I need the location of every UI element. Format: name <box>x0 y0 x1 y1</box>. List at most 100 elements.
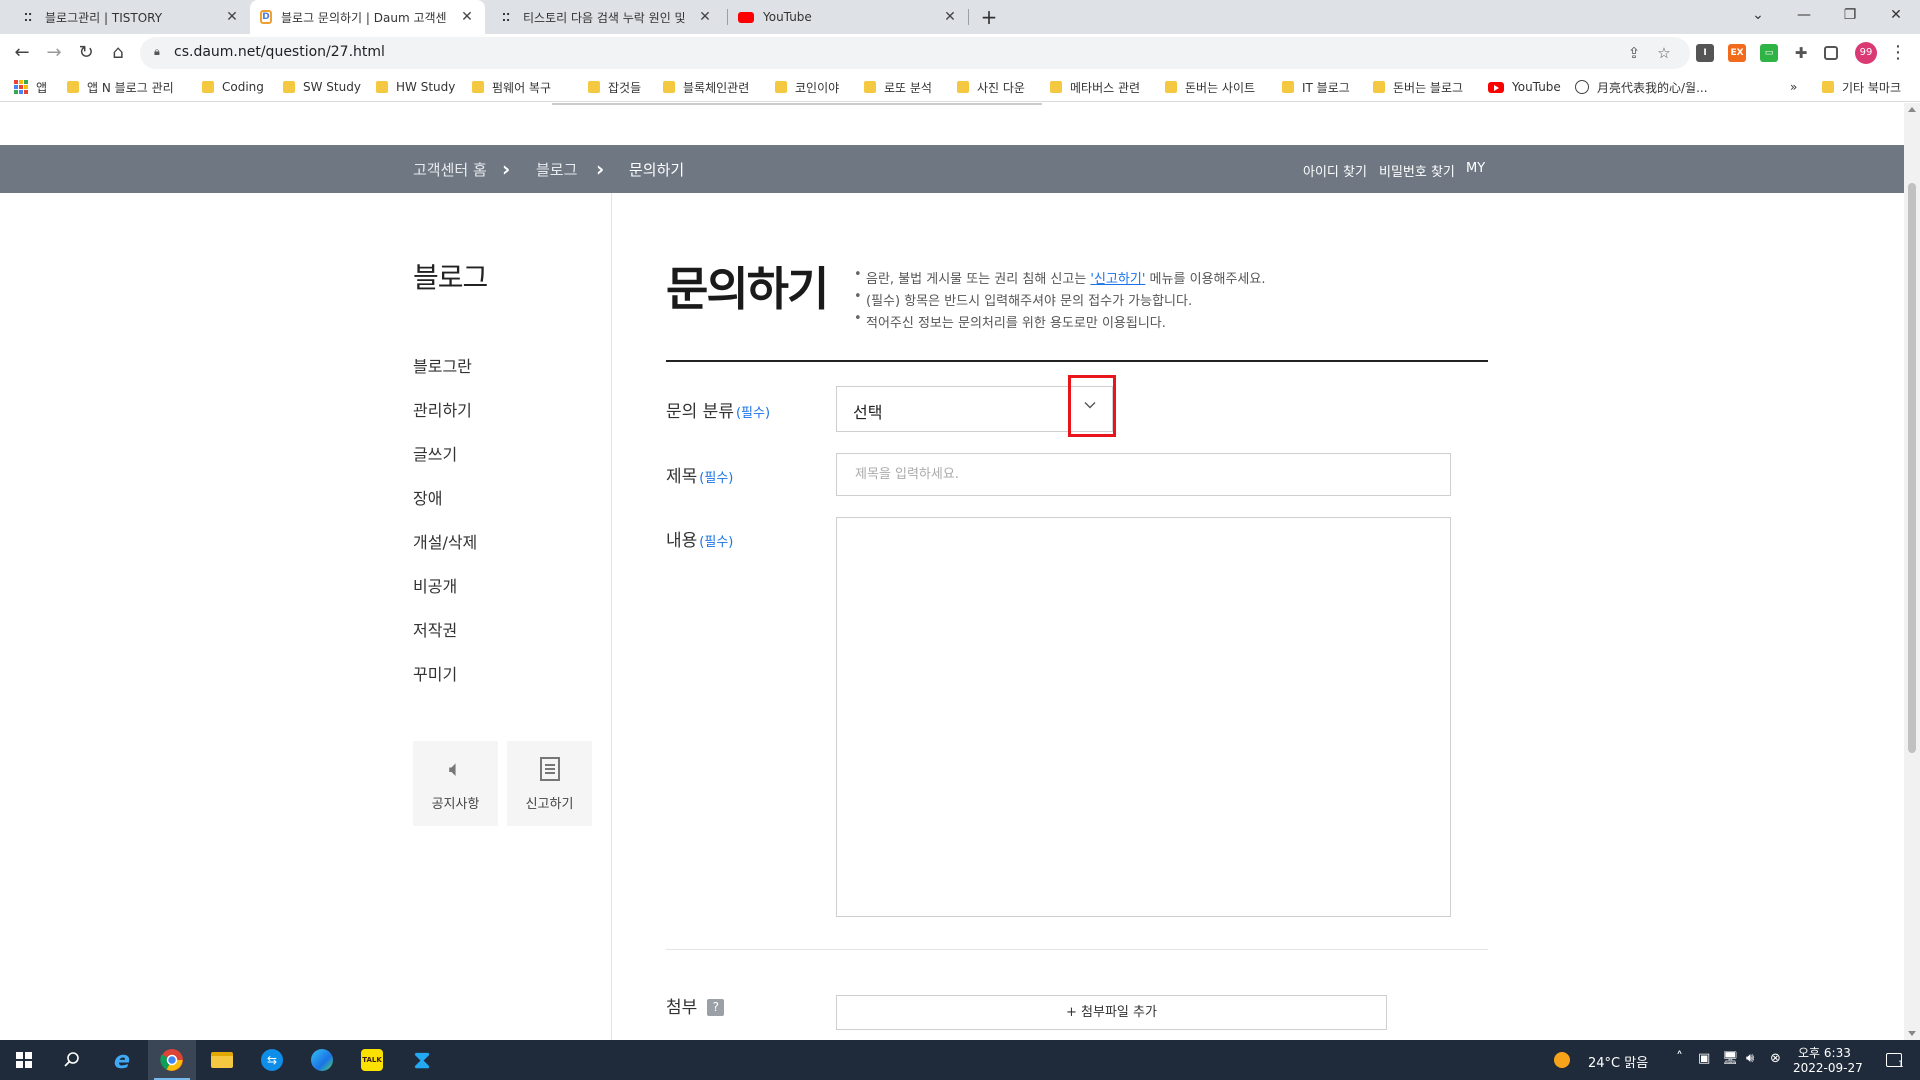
bookmark-folder[interactable]: 코인이야 <box>775 78 839 96</box>
bookmark-star-icon[interactable]: ☆ <box>1654 43 1674 63</box>
find-id-link[interactable]: 아이디 찾기 <box>1303 161 1367 180</box>
menu-icon[interactable]: ⋮ <box>1884 39 1912 67</box>
weather-text[interactable]: 24°C 맑음 <box>1588 1052 1648 1071</box>
bookmark-folder[interactable]: 앱 N 블로그 관리 <box>67 78 174 96</box>
meet-icon[interactable]: ▣ <box>1698 1051 1710 1066</box>
volume-icon[interactable]: 🔊︎ <box>1746 1051 1754 1066</box>
internet-explorer-icon[interactable]: e <box>98 1040 146 1080</box>
bookmark-other[interactable]: 기타 북마크 <box>1822 78 1901 96</box>
add-attachment-button[interactable]: + 첨부파일 추가 <box>836 995 1387 1030</box>
tab-tistory[interactable]: ⁚⁚ 블로그관리 | TISTORY ✕ <box>10 0 250 34</box>
kakaotalk-icon[interactable]: TALK <box>348 1040 396 1080</box>
close-icon[interactable]: ✕ <box>942 9 958 25</box>
close-window-icon[interactable]: ✕ <box>1873 0 1919 34</box>
teamviewer-icon[interactable]: ⇆ <box>248 1040 296 1080</box>
subject-input[interactable] <box>836 453 1451 496</box>
content-textarea[interactable] <box>836 517 1451 917</box>
help-icon[interactable]: ? <box>707 999 725 1016</box>
sidebar-item-write[interactable]: 글쓰기 <box>413 441 457 465</box>
puzzle-icon[interactable]: ✚ <box>1792 44 1810 62</box>
bookmark-link[interactable]: 月亮代表我的心/월... <box>1575 78 1708 96</box>
bookmark-folder[interactable]: 돈버는 블로그 <box>1373 78 1463 96</box>
extension-icon[interactable]: EX <box>1728 44 1746 62</box>
minimize-icon[interactable]: — <box>1781 0 1827 34</box>
bookmarks-bar: 앱 앱 N 블로그 관리 Coding SW Study HW Study 펌웨… <box>0 72 1920 102</box>
report-link[interactable]: '신고하기' <box>1090 272 1145 287</box>
chevron-right-icon: › <box>502 157 511 181</box>
notification-icon[interactable]: 1 <box>1870 1040 1918 1080</box>
bookmark-folder[interactable]: 로또 분석 <box>864 78 932 96</box>
breadcrumb-home[interactable]: 고객센터 홈 <box>413 159 487 180</box>
restore-icon[interactable]: ❐ <box>1827 0 1873 34</box>
sidebar-item-decorate[interactable]: 꾸미기 <box>413 661 457 685</box>
sidebar-item-open-delete[interactable]: 개설/삭제 <box>413 529 477 553</box>
reload-icon[interactable]: ↻ <box>72 39 100 67</box>
extension-icon[interactable]: ▭ <box>1760 44 1778 62</box>
tab-daum-cs[interactable]: D 블로그 문의하기 | Daum 고객센 ✕ <box>250 0 485 34</box>
bookmark-folder[interactable]: 메타버스 관련 <box>1050 78 1140 96</box>
tab-tistory-search[interactable]: ⁚⁚ 티스토리 다음 검색 누락 원인 및 ✕ <box>488 0 723 34</box>
scroll-down-icon[interactable] <box>1908 1031 1916 1036</box>
share-icon[interactable]: ⇪ <box>1624 43 1644 63</box>
sidebar-item-private[interactable]: 비공개 <box>413 573 457 597</box>
bookmark-folder[interactable]: IT 블로그 <box>1282 78 1350 96</box>
scrollbar-thumb[interactable] <box>1908 183 1916 753</box>
bookmark-folder[interactable]: 사진 다운 <box>957 78 1025 96</box>
new-tab-button[interactable]: + <box>975 3 1003 31</box>
vscode-icon[interactable]: ⧗ <box>398 1040 446 1080</box>
close-icon[interactable]: ✕ <box>459 9 475 25</box>
category-select-value: 선택 <box>853 403 883 422</box>
tray-overflow-icon[interactable]: ˄ <box>1676 1050 1683 1066</box>
scroll-up-icon[interactable] <box>1908 107 1916 112</box>
tab-separator <box>968 9 969 25</box>
address-bar[interactable]: 🔒︎ cs.daum.net/question/27.html ⇪ ☆ <box>140 37 1690 69</box>
sidebar-item-about[interactable]: 블로그란 <box>413 353 472 377</box>
bookmark-label: 돈버는 블로그 <box>1393 80 1464 95</box>
home-icon[interactable]: ⌂ <box>104 39 132 67</box>
folder-icon <box>283 81 295 93</box>
extension-icon[interactable]: I <box>1696 44 1714 62</box>
bookmark-folder[interactable]: 돈버는 사이트 <box>1165 78 1255 96</box>
close-icon[interactable]: ✕ <box>697 9 713 25</box>
search-icon[interactable] <box>48 1040 96 1080</box>
daum-icon: D <box>260 10 272 24</box>
chrome-icon[interactable] <box>148 1040 196 1080</box>
bookmark-folder[interactable]: HW Study <box>376 78 455 96</box>
sidebar-item-manage[interactable]: 관리하기 <box>413 397 472 421</box>
bookmark-folder[interactable]: SW Study <box>283 78 361 96</box>
bookmark-youtube[interactable]: YouTube <box>1488 78 1561 96</box>
breadcrumb-blog[interactable]: 블로그 <box>536 159 577 180</box>
sidebar-item-error[interactable]: 장애 <box>413 485 442 509</box>
close-icon[interactable]: ✕ <box>224 9 240 25</box>
report-card-button[interactable]: 신고하기 <box>507 741 592 826</box>
sidebar-item-copyright[interactable]: 저작권 <box>413 617 457 641</box>
find-password-link[interactable]: 비밀번호 찾기 <box>1379 161 1455 180</box>
bookmark-folder[interactable]: Coding <box>202 78 264 96</box>
tab-search-icon[interactable]: ⌄ <box>1735 0 1781 34</box>
side-panel-icon[interactable] <box>1824 46 1838 60</box>
folder-icon <box>957 81 969 93</box>
clock-time[interactable]: 오후 6:33 <box>1798 1044 1851 1061</box>
bookmark-folder[interactable]: 잡것들 <box>588 78 641 96</box>
tab-youtube[interactable]: YouTube ✕ <box>728 0 968 34</box>
status-icon[interactable]: ⊗ <box>1770 1051 1781 1066</box>
clock-date[interactable]: 2022-09-27 <box>1793 1061 1863 1075</box>
file-explorer-icon[interactable] <box>198 1040 246 1080</box>
windows-start-icon[interactable] <box>0 1040 48 1080</box>
breadcrumb-current[interactable]: 문의하기 <box>629 159 684 180</box>
back-icon[interactable]: ← <box>8 39 36 67</box>
edge-icon[interactable] <box>298 1040 346 1080</box>
notice-line-3: 적어주신 정보는 문의처리를 위한 용도로만 이용됩니다. <box>854 311 1166 331</box>
notice-card-button[interactable]: 🔈︎ 공지사항 <box>413 741 498 826</box>
bookmark-folder[interactable]: 펌웨어 복구 <box>472 78 551 96</box>
avatar[interactable]: 99 <box>1855 42 1877 64</box>
bookmark-folder[interactable]: 블록체인관련 <box>663 78 749 96</box>
page-scrollbar[interactable] <box>1904 103 1920 1040</box>
network-icon[interactable]: 🖥︎ <box>1722 1051 1739 1066</box>
my-link[interactable]: MY <box>1466 161 1485 176</box>
bookmark-apps[interactable]: 앱 <box>14 78 47 96</box>
weather-icon[interactable] <box>1548 1040 1576 1080</box>
bookmarks-overflow-button[interactable]: » <box>1790 78 1797 96</box>
browser-toolbar: ← → ↻ ⌂ 🔒︎ cs.daum.net/question/27.html … <box>0 34 1920 72</box>
forward-icon[interactable]: → <box>40 39 68 67</box>
